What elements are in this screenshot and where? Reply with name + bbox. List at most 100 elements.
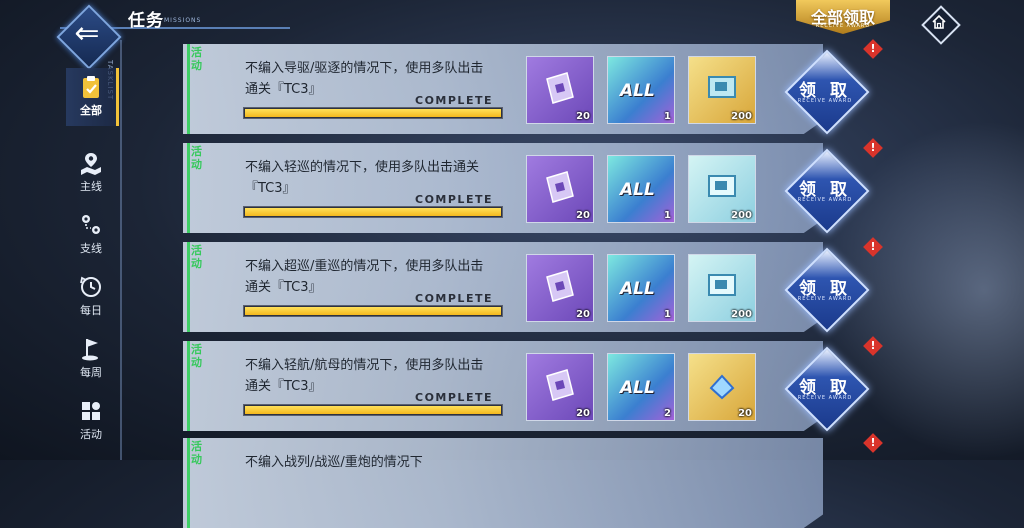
task-status: COMPLETE [415,391,493,404]
task-progress-fill [245,406,501,414]
task-progress-fill [245,109,501,117]
task-row: 活动 不编入导驱/驱逐的情况下，使用多队出击通关『TC3』 COMPLETE 2… [183,39,883,135]
task-tag: 活动 [191,46,202,72]
task-status: COMPLETE [415,94,493,107]
task-progress-bar [243,305,503,317]
alert-icon: ! [870,339,876,352]
reward-item[interactable]: 20 [526,254,594,322]
reward-item[interactable]: 200 [688,155,756,223]
reward-item[interactable]: ALL 1 [607,254,675,322]
back-arrow-icon: ⇐ [74,16,100,51]
reward-item[interactable]: ALL 1 [607,155,675,223]
task-status: COMPLETE [415,193,493,206]
reward-count: 1 [664,309,671,320]
sidebar-item-weekly[interactable]: 每周 [66,330,116,388]
reward-all-label: ALL [620,81,655,101]
manual-book-icon [546,171,574,203]
back-button[interactable]: ⇐ [56,4,122,70]
receive-all-sublabel: RECEIVE AWARD [815,23,871,29]
reward-all-label: ALL [620,378,655,398]
reward-item[interactable]: 20 [688,353,756,421]
task-tag: 活动 [191,145,202,171]
sidebar-item-label: 全部 [80,104,102,117]
reward-count: 20 [738,408,752,419]
page-subtitle: MISSIONS [164,17,202,24]
reward-count: 1 [664,111,671,122]
task-row: 活动 不编入超巡/重巡的情况下，使用多队出击通关『TC3』 COMPLETE 2… [183,237,883,333]
chip-icon [708,274,736,296]
top-bar: ⇐ 任务 MISSIONS 全部领取 RECEIVE AWARD [0,0,1024,70]
claim-button[interactable]: 领 取 RECEIVE AWARD [783,246,870,333]
route-icon [82,215,100,234]
clock-icon [80,276,101,297]
reward-count: 20 [576,111,590,122]
reward-count: 1 [664,210,671,221]
reward-all-label: ALL [620,279,655,299]
task-progress-bar [243,206,503,218]
clipboard-icon [83,76,99,98]
task-description: 不编入战列/战巡/重炮的情况下 [245,455,423,470]
page-title: 任务 [128,11,164,31]
sidebar-item-label: 每日 [80,304,102,317]
reward-item[interactable]: 200 [688,56,756,124]
sidebar-item-label: 支线 [80,242,102,255]
chip-icon [708,76,736,98]
alert-icon: ! [870,240,876,253]
claim-sublabel: RECEIVE AWARD [797,197,853,203]
reward-item[interactable]: 20 [526,155,594,223]
reward-item[interactable]: ALL 1 [607,56,675,124]
task-tag: 活动 [191,440,202,466]
reward-all-label: ALL [620,180,655,200]
sidebar-item-all[interactable]: 全部 [66,68,119,126]
hologram-chip-icon [709,374,735,400]
task-progress-bar [243,404,503,416]
alert-icon: ! [870,42,876,55]
task-tag: 活动 [191,244,202,270]
reward-item[interactable]: 200 [688,254,756,322]
chip-icon [708,175,736,197]
claim-button[interactable]: 领 取 RECEIVE AWARD [783,147,870,234]
sidebar-item-label: 每周 [80,366,102,379]
reward-item[interactable]: 20 [526,353,594,421]
reward-item[interactable]: ALL 2 [607,353,675,421]
reward-count: 2 [664,408,671,419]
alert-icon: ! [870,436,876,449]
claim-sublabel: RECEIVE AWARD [797,296,853,302]
task-progress-fill [245,208,501,216]
reward-count: 20 [576,210,590,221]
task-tag: 活动 [191,343,202,369]
task-status: COMPLETE [415,292,493,305]
task-progress-bar [243,107,503,119]
sidebar-item-label: 活动 [80,428,102,441]
manual-book-icon [546,72,574,104]
reward-count: 200 [731,210,752,221]
manual-book-icon [546,369,574,401]
reward-count: 200 [731,111,752,122]
home-icon [932,14,946,29]
claim-button[interactable]: 领 取 RECEIVE AWARD [783,48,870,135]
sidebar-item-label: 主线 [80,180,102,193]
reward-item[interactable]: 20 [526,56,594,124]
claim-sublabel: RECEIVE AWARD [797,98,853,104]
claim-sublabel: RECEIVE AWARD [797,395,853,401]
reward-count: 200 [731,309,752,320]
alert-icon: ! [870,141,876,154]
map-pin-icon [81,153,101,175]
task-row: 活动 不编入轻航/航母的情况下，使用多队出击通关『TC3』 COMPLETE 2… [183,336,883,432]
claim-button[interactable]: 领 取 RECEIVE AWARD [783,345,870,432]
sidebar-item-event[interactable]: 活动 [66,392,116,450]
flag-icon [82,339,98,361]
task-row: 活动 不编入战列/战巡/重炮的情况下 ! [183,433,883,528]
sidebar-item-side[interactable]: 支线 [66,206,116,264]
task-row: 活动 不编入轻巡的情况下，使用多队出击通关『TC3』 COMPLETE 20 A… [183,138,883,234]
reward-count: 20 [576,408,590,419]
manual-book-icon [546,270,574,302]
sidebar-item-daily[interactable]: 每日 [66,268,116,326]
reward-count: 20 [576,309,590,320]
task-progress-fill [245,307,501,315]
grid-icon [82,402,100,420]
sidebar: 全部 主线 支线 每日 每周 活动 [66,68,120,460]
sidebar-item-main[interactable]: 主线 [66,144,116,202]
sidebar-divider [120,40,122,460]
home-button[interactable] [920,4,961,45]
